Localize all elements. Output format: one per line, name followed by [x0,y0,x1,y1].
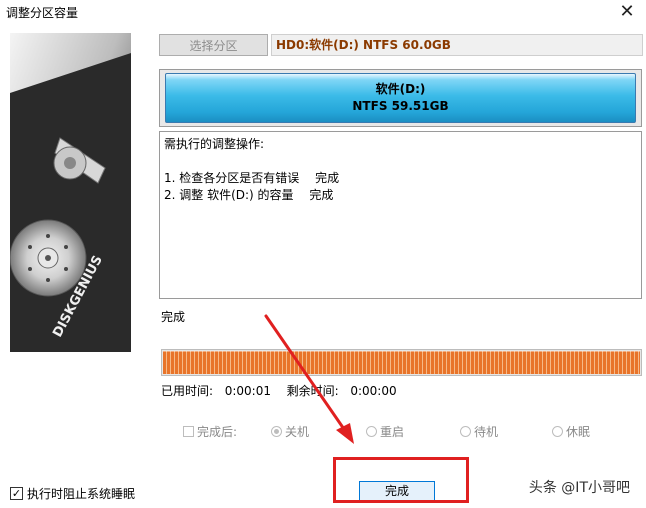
disk-info-field: HD0:软件(D:) NTFS 60.0GB [271,34,643,56]
title-bar: 调整分区容量 ✕ [0,0,646,26]
radio-standby-icon [460,426,471,437]
partition-name: 软件(D:) [375,82,426,96]
radio-restart[interactable]: 重启 [366,423,404,440]
remaining-label: 剩余时间: [286,384,339,398]
diskgenius-hdd-image: DISKGENIUS [10,33,131,352]
after-completion-check-icon [183,426,194,437]
select-partition-button[interactable]: 选择分区 [159,34,268,56]
time-row: 已用时间: 0:00:01 剩余时间: 0:00:00 [161,382,397,399]
radio-shutdown[interactable]: 关机 [271,423,309,440]
close-icon[interactable]: ✕ [616,1,638,23]
radio-standby[interactable]: 待机 [460,423,498,440]
operation-item-2: 2. 调整 软件(D:) 的容量 完成 [164,188,334,202]
progress-fill [163,351,640,374]
radio-restart-label: 重启 [380,425,405,439]
hard-disk-illustration: DISKGENIUS [10,33,131,352]
partition-detail: NTFS 59.51GB [352,99,449,113]
prevent-sleep-label: 执行时阻止系统睡眠 [27,487,136,501]
radio-shutdown-icon [271,426,282,437]
checkmark-icon: ✓ [10,487,23,500]
radio-standby-label: 待机 [474,425,499,439]
after-completion-label: 完成后: [197,425,238,439]
radio-hibernate[interactable]: 休眠 [552,423,590,440]
remaining-value: 0:00:00 [350,384,397,398]
operation-item-1: 1. 检查各分区是否有错误 完成 [164,171,340,185]
progress-bar [161,349,642,376]
after-completion-checkbox[interactable]: 完成后: [183,423,237,440]
radio-hibernate-label: 休眠 [566,425,591,439]
window-title: 调整分区容量 [6,6,79,20]
after-completion-row: 完成后: 关机 重启 待机 休眠 [183,423,603,441]
elapsed-label: 已用时间: [161,384,214,398]
radio-restart-icon [366,426,377,437]
elapsed-value: 0:00:01 [224,384,271,398]
operations-list: 需执行的调整操作: 1. 检查各分区是否有错误 完成 2. 调整 软件(D:) … [159,131,642,299]
annotation-highlight-box [333,457,469,503]
operations-header: 需执行的调整操作: [164,137,265,151]
partition-block: 软件(D:) NTFS 59.51GB [165,73,636,123]
partition-bar: 软件(D:) NTFS 59.51GB [159,69,642,127]
status-text: 完成 [161,310,186,324]
radio-hibernate-icon [552,426,563,437]
prevent-sleep-checkbox[interactable]: ✓ 执行时阻止系统睡眠 [10,485,135,502]
watermark: 头条 @IT小哥吧 [528,480,630,496]
radio-shutdown-label: 关机 [285,425,310,439]
